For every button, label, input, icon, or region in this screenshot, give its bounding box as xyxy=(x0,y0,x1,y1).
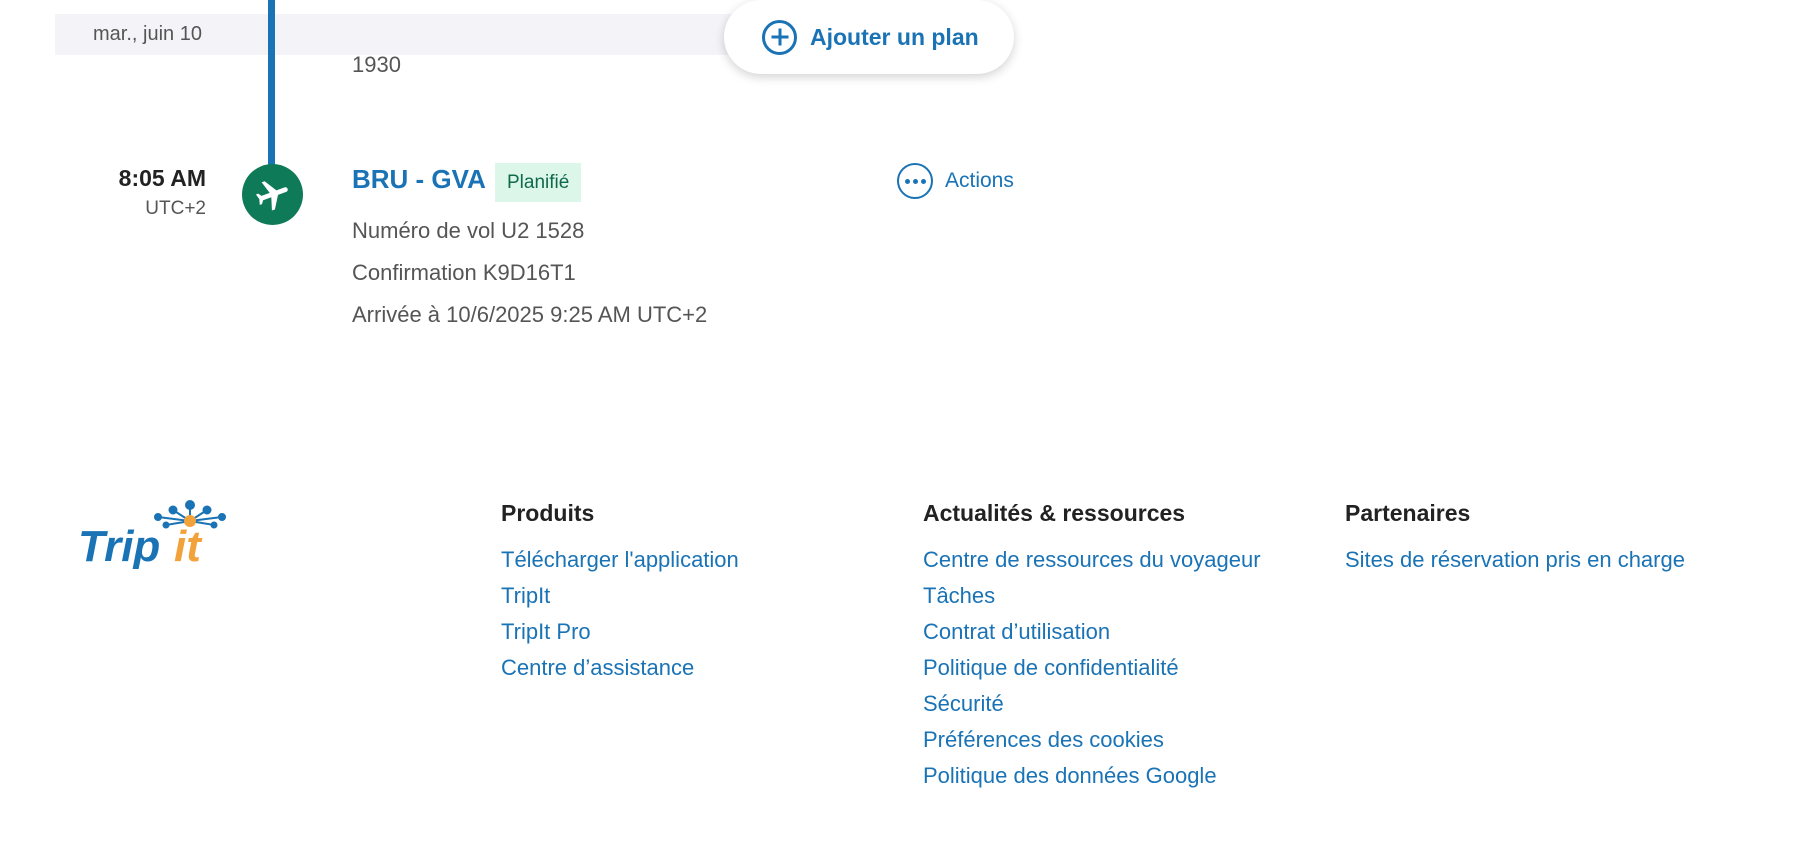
actions-button[interactable]: Actions xyxy=(897,163,1014,199)
flight-number: Numéro de vol U2 1528 xyxy=(352,218,585,243)
footer-link[interactable]: Centre de ressources du voyageur xyxy=(923,542,1261,578)
add-plan-label: Ajouter un plan xyxy=(810,23,979,50)
logo-trip-text: Trip xyxy=(78,522,160,569)
footer-link[interactable]: Télécharger l'application xyxy=(501,542,739,578)
segment-timezone: UTC+2 xyxy=(145,198,206,219)
footer-column-actualites: Actualités & ressources Centre de ressou… xyxy=(923,500,1261,794)
footer-column-partenaires: Partenaires Sites de réservation pris en… xyxy=(1345,500,1685,578)
tripit-logo[interactable]: Trip it xyxy=(78,497,230,571)
arrival-time: Arrivée à 10/6/2025 9:25 AM UTC+2 xyxy=(352,302,708,327)
footer-link[interactable]: Sécurité xyxy=(923,686,1261,722)
timeline-line xyxy=(268,0,275,175)
airplane-icon xyxy=(242,164,303,225)
footer-heading: Produits xyxy=(501,500,595,526)
plus-circle-icon xyxy=(762,19,797,55)
footer-link[interactable]: Centre d’assistance xyxy=(501,650,739,686)
logo-it-text: it xyxy=(174,522,203,569)
footer-link[interactable]: Contrat d’utilisation xyxy=(923,614,1261,650)
footer-column-produits: Produits Télécharger l'application TripI… xyxy=(501,500,739,686)
footer-link[interactable]: TripIt Pro xyxy=(501,614,739,650)
footer-link[interactable]: Préférences des cookies xyxy=(923,722,1261,758)
actions-label: Actions xyxy=(945,169,1014,192)
footer-link[interactable]: Sites de réservation pris en charge xyxy=(1345,542,1685,578)
previous-segment-detail: 1930 xyxy=(352,52,401,77)
more-options-icon xyxy=(897,163,933,199)
date-label: mar., juin 10 xyxy=(93,23,202,45)
status-badge: Planifié xyxy=(495,163,582,202)
add-plan-button[interactable]: Ajouter un plan xyxy=(724,0,1014,74)
footer-link[interactable]: Tâches xyxy=(923,578,1261,614)
footer-link[interactable]: Politique des données Google xyxy=(923,758,1261,794)
footer-link[interactable]: TripIt xyxy=(501,578,739,614)
footer-link[interactable]: Politique de confidentialité xyxy=(923,650,1261,686)
segment-title-link[interactable]: BRU - GVA xyxy=(352,164,486,195)
confirmation-number: Confirmation K9D16T1 xyxy=(352,260,576,285)
footer-heading: Actualités & ressources xyxy=(923,500,1186,526)
segment-time: 8:05 AM xyxy=(118,165,206,191)
footer-heading: Partenaires xyxy=(1345,500,1471,526)
